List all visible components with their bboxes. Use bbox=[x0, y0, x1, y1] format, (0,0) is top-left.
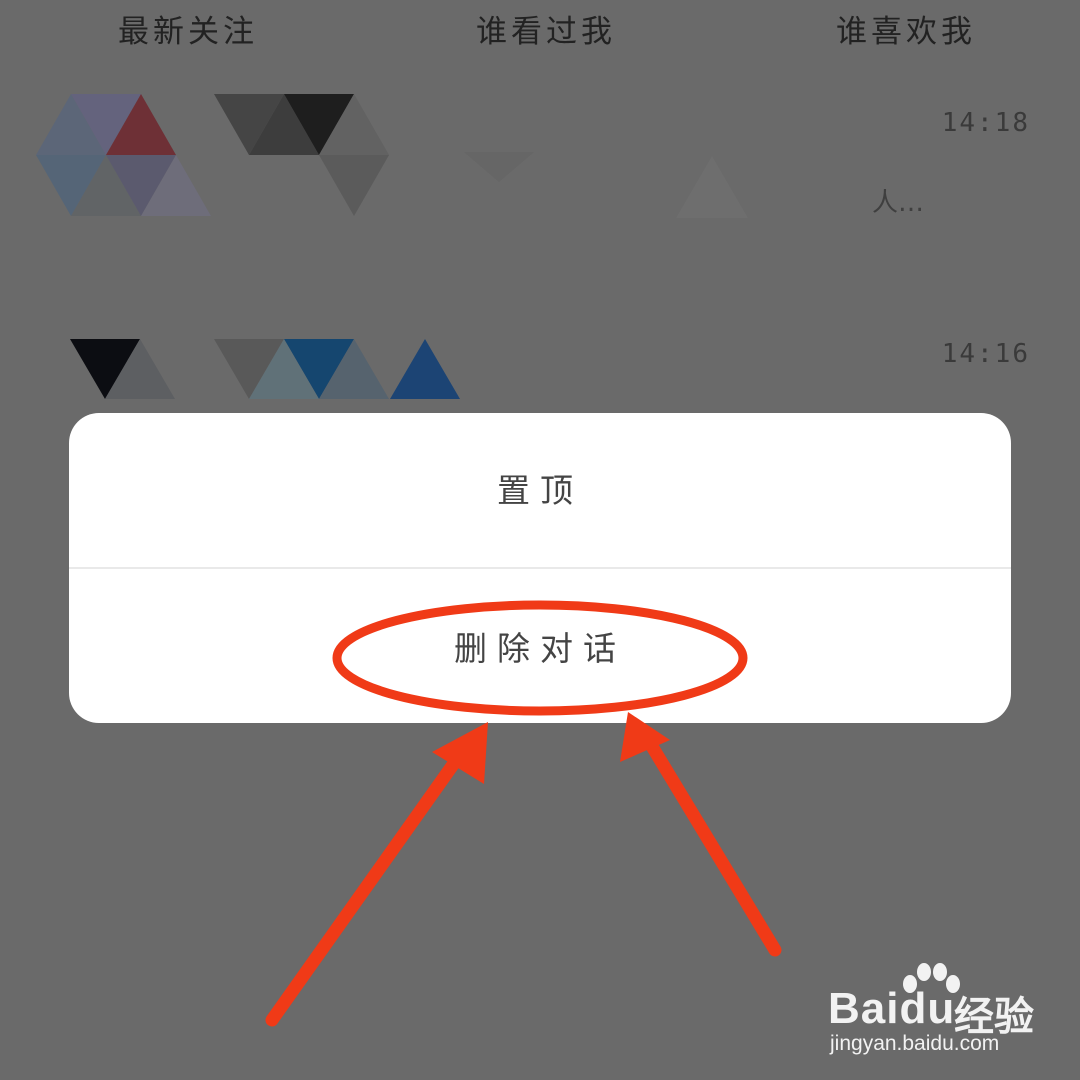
message-snippet: 人… bbox=[872, 188, 925, 218]
watermark-url: jingyan.baidu.com bbox=[830, 1032, 1000, 1055]
action-sheet: 置顶 删除对话 bbox=[69, 413, 1011, 723]
avatar bbox=[36, 94, 211, 216]
avatar bbox=[70, 339, 460, 399]
arrow-right-icon bbox=[620, 712, 782, 957]
message-time: 14:16 bbox=[941, 339, 1030, 369]
message-time: 14:18 bbox=[941, 108, 1030, 138]
watermark-logo: Baidu bbox=[828, 984, 956, 1033]
conversation-item[interactable]: 14:16 bbox=[0, 335, 1080, 415]
message-preview-redacted bbox=[464, 152, 748, 218]
arrow-left-icon bbox=[265, 722, 488, 1027]
baidu-watermark: Baidu 经验 jingyan.baidu.com bbox=[828, 962, 1068, 1062]
pin-to-top-button[interactable]: 置顶 bbox=[69, 413, 1011, 568]
tab-bar: 最新关注 谁看过我 谁喜欢我 bbox=[0, 0, 1080, 60]
username-redacted bbox=[214, 94, 389, 216]
delete-conversation-button[interactable]: 删除对话 bbox=[69, 569, 1011, 723]
tab-who-likes-me[interactable]: 谁喜欢我 bbox=[836, 6, 976, 51]
tab-who-viewed-me[interactable]: 谁看过我 bbox=[476, 6, 616, 51]
tab-latest-follows[interactable]: 最新关注 bbox=[118, 6, 258, 51]
conversation-item[interactable]: 14:18 人… bbox=[0, 90, 1080, 240]
